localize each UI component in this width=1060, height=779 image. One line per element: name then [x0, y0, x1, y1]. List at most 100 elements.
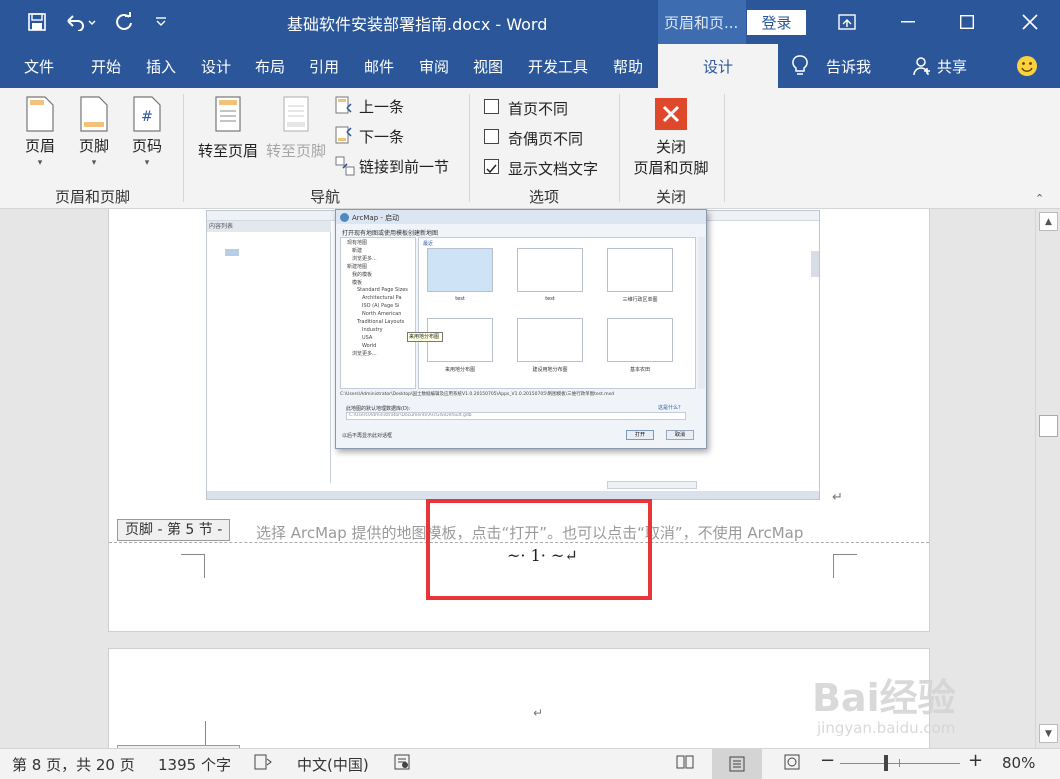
goto-header-button[interactable]: 转至页眉 [196, 96, 260, 161]
next-label: 下一条 [359, 128, 405, 146]
embedded-thumbnail-image [607, 248, 673, 292]
zoom-out-icon[interactable]: − [820, 750, 835, 771]
previous-icon [335, 96, 352, 114]
scroll-thumb[interactable] [1039, 415, 1058, 437]
document-page[interactable]: ↵ [108, 648, 930, 748]
login-button[interactable]: 登录 [747, 10, 806, 35]
embedded-tree-item: 新建 [352, 247, 363, 254]
embedded-thumbnail: test [427, 248, 493, 308]
zoom-in-icon[interactable]: + [968, 750, 983, 771]
tab-view[interactable]: 视图 [473, 44, 503, 88]
embedded-template-tree: 现有地图 新建 浏览更多... 新建地图 我的模板 模板 Standard Page Siz… [340, 237, 416, 389]
redo-icon[interactable] [110, 8, 138, 36]
embedded-default-db-link: 这是什么？ [658, 405, 684, 411]
ribbon-separator [724, 94, 725, 202]
goto-header-label: 转至页眉 [197, 142, 258, 160]
scroll-up-arrow-icon[interactable]: ▲ [1039, 212, 1058, 231]
tab-file[interactable]: 文件 [24, 44, 54, 88]
checkbox-box [484, 99, 499, 114]
footer-page-icon [80, 96, 108, 132]
margin-corner-mark [205, 721, 206, 748]
watermark-brand: Bai经验 [812, 676, 956, 720]
zoom-level[interactable]: 80% [1002, 754, 1035, 772]
embedded-open-prompt: 打开现有地图或使用模板创建新地图 [342, 230, 439, 237]
vertical-scrollbar[interactable]: ▲ ▼ [1035, 209, 1060, 748]
ribbon-display-options-icon[interactable] [818, 0, 876, 44]
zoom-slider-track[interactable] [840, 755, 960, 771]
tab-developer[interactable]: 开发工具 [528, 44, 588, 88]
feedback-smiley-icon[interactable] [1016, 44, 1038, 88]
embedded-default-db-field: C:\Users\Administrator\Documents\ArcGIS\… [346, 412, 686, 420]
customize-toolbar-icon[interactable] [150, 8, 172, 36]
print-layout-icon[interactable] [712, 749, 762, 779]
embedded-cancel-button: 取消 [666, 430, 694, 440]
embedded-dialog-scrollbar [698, 237, 705, 389]
tab-mailings[interactable]: 邮件 [364, 44, 394, 88]
collapse-ribbon-icon[interactable]: ⌃ [1035, 192, 1044, 205]
embedded-thumbnail-image [607, 318, 673, 362]
status-language[interactable]: 中文(中国) [297, 754, 369, 775]
tab-references[interactable]: 引用 [309, 44, 339, 88]
show-document-text-label: 显示文档文字 [508, 160, 599, 178]
status-word-count[interactable]: 1395 个字 [158, 754, 231, 775]
lightbulb-icon[interactable] [792, 44, 808, 88]
maximize-icon[interactable] [938, 0, 996, 44]
embedded-tree-item: North American [362, 311, 402, 318]
share-button[interactable]: 共享 [937, 44, 967, 88]
paragraph-mark: ↵ [533, 706, 544, 720]
embedded-tree-item: Standard Page Sizes [357, 287, 408, 294]
status-page-count[interactable]: 第 8 页，共 20 页 [12, 754, 135, 775]
close-header-footer-button[interactable]: 关闭 页眉和页脚 [626, 98, 716, 178]
close-label-line1: 关闭 [655, 138, 686, 156]
read-mode-icon[interactable] [676, 754, 694, 774]
tab-help[interactable]: 帮助 [613, 44, 643, 88]
embedded-startup-dialog: ArcMap - 启动 打开现有地图或使用模板创建新地图 现有地图 新建 浏览更多.… [335, 209, 707, 449]
header-button[interactable]: 页眉 ▾ [20, 96, 60, 168]
goto-footer-button[interactable]: 转至页脚 [264, 96, 328, 161]
footer-label: 页脚 [78, 137, 109, 155]
embedded-layer-item [225, 249, 239, 256]
web-layout-icon[interactable] [784, 754, 800, 774]
embedded-thumbnail: 基本农田 [607, 318, 673, 378]
group-label-close: 关闭 [655, 188, 686, 206]
tab-layout[interactable]: 布局 [255, 44, 285, 88]
tab-header-footer-design[interactable]: 设计 [658, 44, 778, 88]
zoom-slider-thumb[interactable] [884, 755, 888, 771]
tab-insert[interactable]: 插入 [146, 44, 176, 88]
minimize-icon[interactable] [879, 0, 937, 44]
share-person-icon[interactable] [912, 44, 932, 88]
tab-home[interactable]: 开始 [91, 44, 121, 88]
document-area[interactable]: 内容列表 ArcMap - 启动 打开现有地图或使用模板创建新地图 现有地图 新建… [0, 209, 1035, 748]
link-to-previous-label: 链接到前一节 [359, 158, 450, 176]
footer-dropdown-icon: ▾ [91, 158, 97, 168]
page-number-label: 页码 [131, 137, 162, 155]
zoom-slider-center-tick [899, 759, 900, 767]
tab-review[interactable]: 审阅 [419, 44, 449, 88]
ribbon: 页眉 ▾ 页脚 ▾ # 页码 ▾ 页眉和页脚 转至页眉 转至页脚 上一条 下一条… [0, 88, 1060, 209]
tab-design[interactable]: 设计 [201, 44, 231, 88]
embedded-taskbar [207, 491, 819, 499]
scroll-down-arrow-icon[interactable]: ▼ [1039, 724, 1058, 743]
embedded-thumbnail: 来用地分布图 [427, 318, 493, 378]
close-window-icon[interactable] [1001, 0, 1059, 44]
goto-header-icon [215, 96, 241, 132]
macro-recording-icon[interactable] [394, 754, 410, 774]
footer-button[interactable]: 页脚 ▾ [74, 96, 114, 168]
page-number-button[interactable]: # 页码 ▾ [127, 96, 167, 168]
track-changes-icon[interactable] [254, 754, 272, 774]
margin-corner-mark [833, 554, 857, 578]
embedded-template-path: C:\Users\Administrator\Desktop\国土数据编辑及应用… [340, 392, 615, 397]
embedded-thumbnail: 建设用地分布图 [517, 318, 583, 378]
embedded-thumbnail-label: test [455, 296, 465, 302]
undo-icon[interactable] [60, 8, 100, 36]
embedded-tree-item: 模板 [352, 279, 363, 286]
previous-label: 上一条 [359, 98, 405, 116]
ribbon-tab-bar: 文件 开始 插入 设计 布局 引用 邮件 审阅 视图 开发工具 帮助 告诉我 共… [0, 44, 1060, 88]
embedded-thumbnail: 三维行政区单图 [607, 248, 673, 308]
tell-me-box[interactable]: 告诉我 [826, 44, 871, 88]
document-title: 基础软件安装部署指南.docx - Word [287, 15, 548, 34]
embedded-thumbnail-panel: 最近 test test 三维行政区单图 来用地分布图 建设用地分布图 基本农田 [418, 237, 696, 389]
save-icon[interactable] [22, 8, 52, 36]
goto-footer-icon [283, 96, 309, 132]
ribbon-separator [619, 94, 620, 202]
